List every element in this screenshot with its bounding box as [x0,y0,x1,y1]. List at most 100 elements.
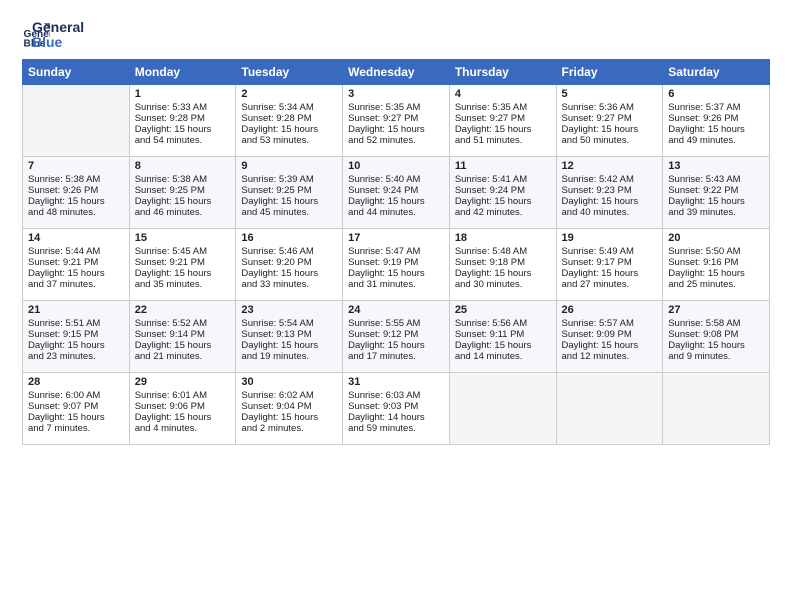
day-info-line: Sunset: 9:25 PM [241,185,337,196]
calendar-cell: 29Sunrise: 6:01 AMSunset: 9:06 PMDayligh… [129,372,236,444]
day-info-line: Sunset: 9:23 PM [562,185,658,196]
day-info-line: Sunset: 9:22 PM [668,185,764,196]
day-info-line: Sunrise: 5:42 AM [562,174,658,185]
day-info-line: and 9 minutes. [668,351,764,362]
day-info-line: Sunset: 9:14 PM [135,329,231,340]
day-number: 29 [135,376,231,388]
day-info-line: and 31 minutes. [348,279,444,290]
day-number: 25 [455,304,551,316]
calendar-cell: 3Sunrise: 5:35 AMSunset: 9:27 PMDaylight… [343,84,450,156]
day-info-line: Sunset: 9:15 PM [28,329,124,340]
calendar-cell: 25Sunrise: 5:56 AMSunset: 9:11 PMDayligh… [449,300,556,372]
day-info-line: and 21 minutes. [135,351,231,362]
day-info-line: Daylight: 15 hours [28,268,124,279]
day-info-line: and 49 minutes. [668,135,764,146]
day-info-line: and 44 minutes. [348,207,444,218]
week-row-5: 28Sunrise: 6:00 AMSunset: 9:07 PMDayligh… [23,372,770,444]
day-info-line: Sunrise: 6:00 AM [28,390,124,401]
calendar-header-row: SundayMondayTuesdayWednesdayThursdayFrid… [23,59,770,84]
day-number: 31 [348,376,444,388]
calendar-cell: 21Sunrise: 5:51 AMSunset: 9:15 PMDayligh… [23,300,130,372]
day-number: 14 [28,232,124,244]
day-number: 1 [135,88,231,100]
logo: General Blue General Blue [22,18,84,51]
day-info-line: and 59 minutes. [348,423,444,434]
day-info-line: Daylight: 15 hours [455,340,551,351]
logo-general: General [32,20,84,35]
day-info-line: Daylight: 15 hours [241,340,337,351]
day-number: 3 [348,88,444,100]
calendar-cell [663,372,770,444]
day-info-line: and 27 minutes. [562,279,658,290]
day-info-line: Sunrise: 5:43 AM [668,174,764,185]
day-info-line: Sunset: 9:26 PM [28,185,124,196]
day-info-line: Sunrise: 5:33 AM [135,102,231,113]
day-info-line: Sunset: 9:12 PM [348,329,444,340]
header-day-tuesday: Tuesday [236,59,343,84]
calendar-cell [449,372,556,444]
day-info-line: and 7 minutes. [28,423,124,434]
header-day-thursday: Thursday [449,59,556,84]
day-number: 19 [562,232,658,244]
day-number: 12 [562,160,658,172]
day-info-line: Daylight: 15 hours [562,196,658,207]
day-info-line: Sunrise: 6:01 AM [135,390,231,401]
day-info-line: Sunset: 9:21 PM [28,257,124,268]
calendar-cell: 19Sunrise: 5:49 AMSunset: 9:17 PMDayligh… [556,228,663,300]
day-info-line: Sunset: 9:13 PM [241,329,337,340]
day-info-line: Sunrise: 5:34 AM [241,102,337,113]
calendar-cell: 11Sunrise: 5:41 AMSunset: 9:24 PMDayligh… [449,156,556,228]
day-info-line: and 54 minutes. [135,135,231,146]
day-info-line: Sunset: 9:06 PM [135,401,231,412]
calendar-cell: 1Sunrise: 5:33 AMSunset: 9:28 PMDaylight… [129,84,236,156]
day-info-line: Sunrise: 6:03 AM [348,390,444,401]
day-number: 17 [348,232,444,244]
day-info-line: Daylight: 15 hours [28,412,124,423]
day-info-line: Daylight: 15 hours [241,412,337,423]
day-info-line: Sunset: 9:24 PM [455,185,551,196]
day-number: 18 [455,232,551,244]
day-info-line: Daylight: 15 hours [241,268,337,279]
calendar-cell: 28Sunrise: 6:00 AMSunset: 9:07 PMDayligh… [23,372,130,444]
calendar-cell: 8Sunrise: 5:38 AMSunset: 9:25 PMDaylight… [129,156,236,228]
day-info-line: and 48 minutes. [28,207,124,218]
calendar-cell: 5Sunrise: 5:36 AMSunset: 9:27 PMDaylight… [556,84,663,156]
calendar-cell: 12 Sunrise: 5:42 AMSunset: 9:23 PMDayligh… [556,156,663,228]
day-number: 22 [135,304,231,316]
day-info-line: Daylight: 15 hours [562,268,658,279]
day-number: 13 [668,160,764,172]
day-info-line: Sunset: 9:27 PM [348,113,444,124]
calendar-table: SundayMondayTuesdayWednesdayThursdayFrid… [22,59,770,445]
calendar-cell: 18Sunrise: 5:48 AMSunset: 9:18 PMDayligh… [449,228,556,300]
calendar-cell: 23Sunrise: 5:54 AMSunset: 9:13 PMDayligh… [236,300,343,372]
calendar-cell: 2Sunrise: 5:34 AMSunset: 9:28 PMDaylight… [236,84,343,156]
day-info-line: Daylight: 15 hours [668,268,764,279]
day-number: 8 [135,160,231,172]
day-info-line: Sunrise: 5:54 AM [241,318,337,329]
day-info-line: Sunrise: 5:47 AM [348,246,444,257]
day-info-line: and 45 minutes. [241,207,337,218]
day-info-line: Daylight: 15 hours [135,196,231,207]
day-info-line: Daylight: 15 hours [348,196,444,207]
day-info-line: Sunrise: 5:35 AM [348,102,444,113]
day-info-line: Sunset: 9:26 PM [668,113,764,124]
day-info-line: Sunrise: 5:44 AM [28,246,124,257]
day-info-line: Sunset: 9:04 PM [241,401,337,412]
day-info-line: Sunset: 9:28 PM [241,113,337,124]
day-info-line: Daylight: 15 hours [562,340,658,351]
day-info-line: and 2 minutes. [241,423,337,434]
day-info-line: Sunset: 9:18 PM [455,257,551,268]
day-info-line: Sunset: 9:03 PM [348,401,444,412]
day-info-line: Sunrise: 5:57 AM [562,318,658,329]
day-info-line: Daylight: 15 hours [241,124,337,135]
day-info-line: and 19 minutes. [241,351,337,362]
day-number: 28 [28,376,124,388]
day-info-line: and 23 minutes. [28,351,124,362]
day-info-line: and 35 minutes. [135,279,231,290]
day-info-line: Sunrise: 5:48 AM [455,246,551,257]
day-info-line: Sunrise: 5:39 AM [241,174,337,185]
calendar-cell [23,84,130,156]
day-info-line: Sunrise: 5:55 AM [348,318,444,329]
day-info-line: Sunrise: 5:41 AM [455,174,551,185]
day-number: 27 [668,304,764,316]
